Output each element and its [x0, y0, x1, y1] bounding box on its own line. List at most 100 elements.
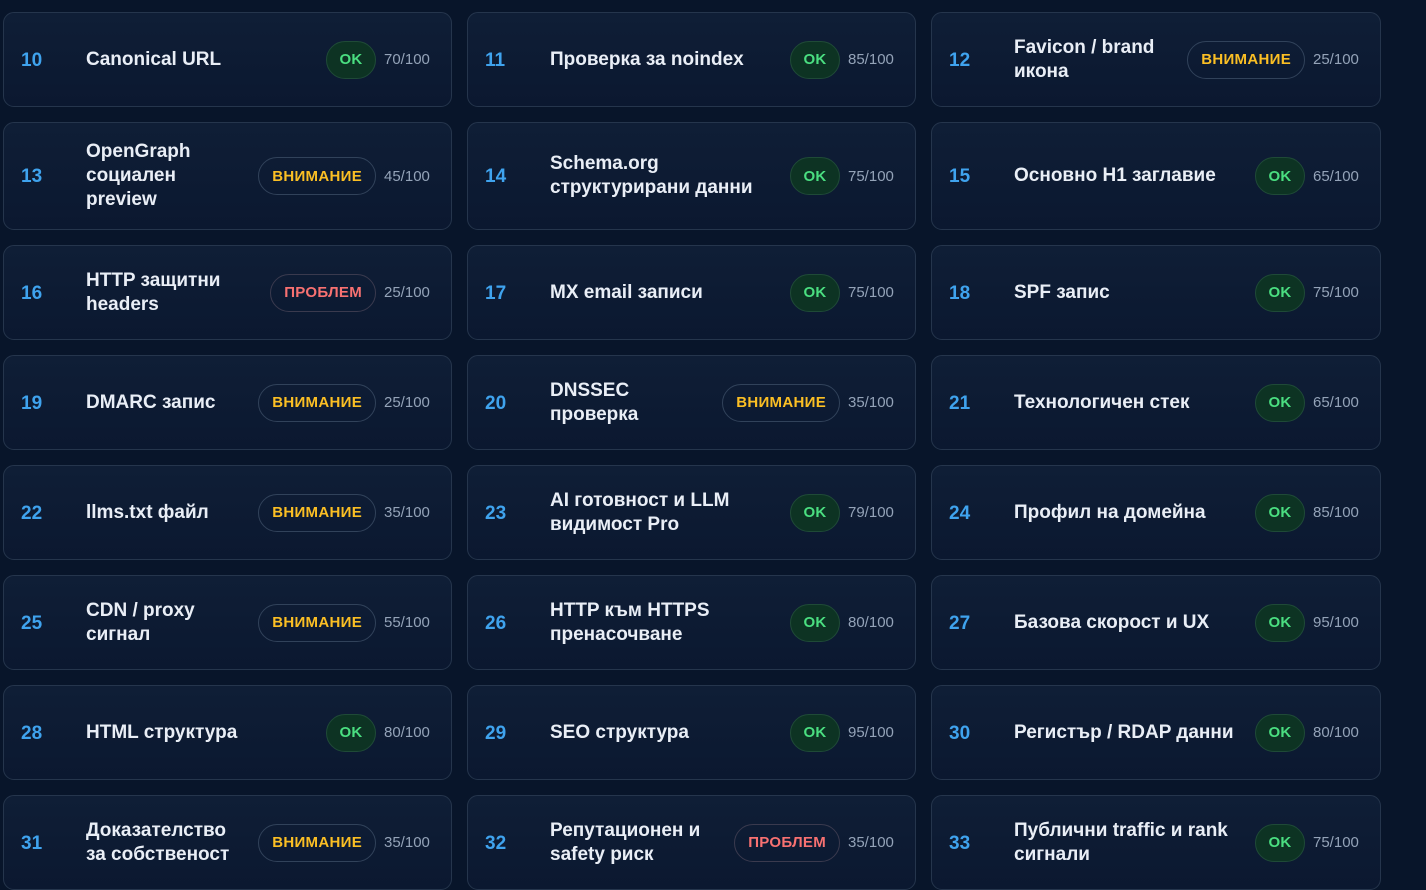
- check-score: 65/100: [1313, 394, 1359, 411]
- check-card[interactable]: 30 Регистър / RDAP данни OK 80/100: [931, 685, 1381, 780]
- check-card[interactable]: 28 HTML структура OK 80/100: [3, 685, 452, 780]
- check-title: HTML структура: [86, 721, 238, 743]
- check-number: 21: [949, 392, 971, 414]
- check-score: 95/100: [1313, 614, 1359, 631]
- check-title: llms.txt файл: [86, 501, 209, 523]
- status-badge: OK: [790, 713, 840, 752]
- status-badge: OK: [1255, 383, 1305, 422]
- status-badge: ПРОБЛЕМ: [270, 273, 376, 312]
- check-score: 80/100: [1313, 724, 1359, 741]
- check-card[interactable]: 33 Публични traffic и rank сигнали OK 75/10…: [931, 795, 1381, 890]
- check-score: 45/100: [384, 167, 430, 185]
- check-number: 29: [485, 722, 507, 744]
- check-number: 23: [485, 502, 507, 524]
- check-number: 27: [949, 612, 971, 634]
- check-card[interactable]: 23 AI готовност и LLM видимост Pro OK 79/10…: [467, 465, 916, 560]
- check-title: Проверка за noindex: [550, 48, 744, 70]
- check-number: 33: [949, 832, 971, 854]
- check-card[interactable]: 22 llms.txt файл ВНИМАНИЕ 35/100: [3, 465, 452, 560]
- check-card[interactable]: 20 DNSSEC проверка ВНИМАНИЕ 35/100: [467, 355, 916, 450]
- check-card[interactable]: 32 Репутационен и safety риск ПРОБЛЕМ 35/10…: [467, 795, 916, 890]
- check-score: 95/100: [848, 724, 894, 741]
- check-score: 75/100: [1313, 284, 1359, 301]
- check-title: DNSSEC проверка: [550, 379, 639, 425]
- check-number: 28: [21, 722, 43, 744]
- check-title: Регистър / RDAP данни: [1014, 721, 1234, 743]
- status-badge: ВНИМАНИЕ: [1187, 40, 1305, 79]
- check-card[interactable]: 24 Профил на домейна OK 85/100: [931, 465, 1381, 560]
- status-badge: OK: [1255, 713, 1305, 752]
- check-score: 80/100: [384, 724, 430, 741]
- status-badge: OK: [790, 40, 840, 79]
- check-title: Schema.org структурирани данни: [550, 153, 753, 198]
- check-number: 14: [485, 166, 507, 187]
- check-title: HTTP към HTTPS пренасочване: [550, 599, 710, 645]
- checks-grid: 10 Canonical URL OK 70/100 11 Проверка за noi…: [3, 12, 1381, 890]
- check-title: Профил на домейна: [1014, 501, 1206, 523]
- check-title: Базова скорост и UX: [1014, 611, 1210, 633]
- check-card[interactable]: 21 Технологичен стек OK 65/100: [931, 355, 1381, 450]
- status-badge: OK: [326, 40, 376, 79]
- check-card[interactable]: 19 DMARC запис ВНИМАНИЕ 25/100: [3, 355, 452, 450]
- status-badge: OK: [1255, 157, 1305, 195]
- status-badge: OK: [790, 273, 840, 312]
- check-card[interactable]: 25 CDN / proxy сигнал ВНИМАНИЕ 55/100: [3, 575, 452, 670]
- status-badge: ВНИМАНИЕ: [258, 383, 376, 422]
- check-title: Доказателство за собственост: [86, 819, 230, 865]
- check-score: 35/100: [384, 834, 430, 851]
- check-title: Canonical URL: [86, 48, 222, 70]
- status-badge: OK: [790, 603, 840, 642]
- check-number: 32: [485, 832, 507, 854]
- check-card[interactable]: 18 SPF запис OK 75/100: [931, 245, 1381, 340]
- check-score: 70/100: [384, 51, 430, 68]
- check-title: Публични traffic и rank сигнали: [1014, 819, 1228, 865]
- check-card[interactable]: 13 OpenGraph социален preview ВНИМАНИЕ 45/1…: [3, 122, 452, 230]
- check-card[interactable]: 17 MX email записи OK 75/100: [467, 245, 916, 340]
- check-number: 19: [21, 392, 43, 414]
- check-title: Репутационен и safety риск: [550, 819, 701, 865]
- check-title: CDN / proxy сигнал: [86, 599, 195, 645]
- check-title: OpenGraph социален preview: [86, 141, 191, 210]
- check-card[interactable]: 16 HTTP защитни headers ПРОБЛЕМ 25/100: [3, 245, 452, 340]
- check-score: 35/100: [384, 504, 430, 521]
- check-title: MX email записи: [550, 281, 703, 303]
- check-score: 75/100: [1313, 834, 1359, 851]
- check-card[interactable]: 26 HTTP към HTTPS пренасочване OK 80/100: [467, 575, 916, 670]
- check-score: 55/100: [384, 614, 430, 631]
- check-title: Технологичен стек: [1014, 391, 1190, 413]
- check-score: 35/100: [848, 834, 894, 851]
- check-card[interactable]: 10 Canonical URL OK 70/100: [3, 12, 452, 107]
- status-badge: OK: [326, 713, 376, 752]
- status-badge: OK: [1255, 603, 1305, 642]
- status-badge: ВНИМАНИЕ: [258, 493, 376, 532]
- check-score: 25/100: [384, 394, 430, 411]
- check-card[interactable]: 31 Доказателство за собственост ВНИМАНИЕ 35…: [3, 795, 452, 890]
- check-score: 75/100: [848, 284, 894, 301]
- check-card[interactable]: 14 Schema.org структурирани данни OK 75/100: [467, 122, 916, 230]
- status-badge: OK: [790, 157, 840, 195]
- check-card[interactable]: 15 Основно H1 заглавие OK 65/100: [931, 122, 1381, 230]
- check-title: Favicon / brand икона: [1014, 36, 1155, 82]
- check-number: 20: [485, 392, 507, 414]
- status-badge: OK: [1255, 823, 1305, 862]
- check-number: 18: [949, 282, 971, 304]
- check-card[interactable]: 27 Базова скорост и UX OK 95/100: [931, 575, 1381, 670]
- check-score: 85/100: [1313, 504, 1359, 521]
- check-number: 13: [21, 166, 43, 187]
- check-number: 24: [949, 502, 971, 524]
- check-card[interactable]: 11 Проверка за noindex OK 85/100: [467, 12, 916, 107]
- status-badge: OK: [1255, 273, 1305, 312]
- check-title: DMARC запис: [86, 391, 216, 413]
- check-title: SEO структура: [550, 721, 689, 743]
- status-badge: ВНИМАНИЕ: [258, 823, 376, 862]
- check-number: 17: [485, 282, 507, 304]
- check-number: 30: [949, 722, 971, 744]
- check-score: 25/100: [1313, 51, 1359, 68]
- check-card[interactable]: 29 SEO структура OK 95/100: [467, 685, 916, 780]
- check-number: 15: [949, 166, 971, 187]
- check-score: 80/100: [848, 614, 894, 631]
- status-badge: ВНИМАНИЕ: [722, 383, 840, 422]
- check-card[interactable]: 12 Favicon / brand икона ВНИМАНИЕ 25/100: [931, 12, 1381, 107]
- check-number: 10: [21, 49, 43, 71]
- check-title: AI готовност и LLM видимост Pro: [550, 489, 730, 535]
